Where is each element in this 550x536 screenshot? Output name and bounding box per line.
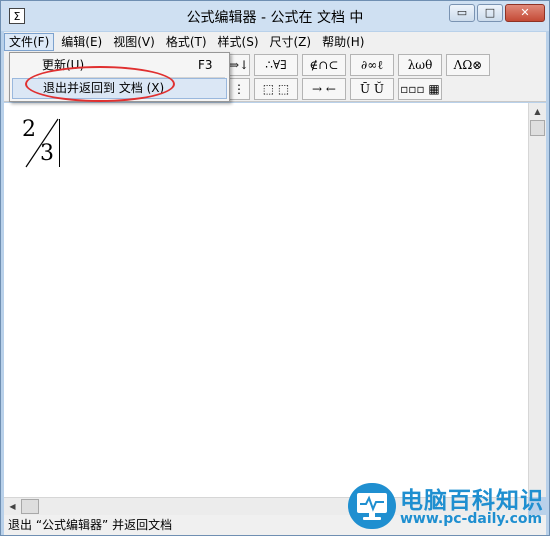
formula-editor-window: Σ 公式编辑器 - 公式在 文档 中 ▭ □ ✕ 文件(F) 编辑(E) 视图(… xyxy=(0,0,550,536)
menu-help[interactable]: 帮助(H) xyxy=(318,33,368,51)
vertical-scroll-thumb[interactable] xyxy=(530,120,545,136)
highlight-annotation-ellipse xyxy=(25,66,175,102)
watermark-url: www.pc-daily.com xyxy=(400,511,543,527)
menu-item-update-shortcut: F3 xyxy=(198,58,213,72)
title-bar: Σ 公式编辑器 - 公式在 文档 中 ▭ □ ✕ xyxy=(1,1,549,31)
menu-style[interactable]: 样式(S) xyxy=(214,33,263,51)
menu-format[interactable]: 格式(T) xyxy=(162,33,211,51)
misc-symbols-palette-button[interactable]: ∂∞ℓ xyxy=(350,54,394,76)
scroll-up-arrow-icon[interactable]: ▲ xyxy=(529,103,546,120)
menu-size[interactable]: 尺寸(Z) xyxy=(266,33,316,51)
arrows-palette-button[interactable]: ⇒↓ xyxy=(228,54,250,76)
watermark: 电脑百科知识 www.pc-daily.com xyxy=(334,477,549,535)
text-cursor xyxy=(59,119,60,167)
menu-file[interactable]: 文件(F) xyxy=(4,33,55,51)
watermark-title: 电脑百科知识 xyxy=(400,488,544,514)
greek-lower-palette-button[interactable]: λωθ xyxy=(398,54,442,76)
monitor-logo-icon xyxy=(348,483,396,529)
fraction-denominator: 3 xyxy=(40,141,54,166)
logic-palette-button[interactable]: ∴∀∃ xyxy=(254,54,298,76)
horizontal-scroll-thumb[interactable] xyxy=(21,499,39,514)
grid-template-button[interactable]: ▫▫▫ ▦ xyxy=(398,78,442,100)
menu-bar: 文件(F) 编辑(E) 视图(V) 格式(T) 样式(S) 尺寸(Z) 帮助(H… xyxy=(4,32,546,52)
greek-upper-palette-button[interactable]: ΛΩ⊗ xyxy=(446,54,490,76)
scroll-left-arrow-icon[interactable]: ◀ xyxy=(4,498,21,515)
maximize-button[interactable]: □ xyxy=(477,4,503,22)
set-palette-button[interactable]: ∉∩⊂ xyxy=(302,54,346,76)
formula-editing-area[interactable]: 2 3 xyxy=(4,103,528,497)
accent-template-button[interactable]: Ū Ŭ xyxy=(350,78,394,100)
fraction-formula[interactable]: 2 3 xyxy=(22,117,62,169)
close-button[interactable]: ✕ xyxy=(505,4,545,22)
menu-edit[interactable]: 编辑(E) xyxy=(57,33,106,51)
box-template-button[interactable]: ⬚ ⬚ xyxy=(254,78,298,100)
fraction-numerator: 2 xyxy=(22,117,36,142)
arrow-template-button[interactable]: → ← xyxy=(302,78,346,100)
vertical-scrollbar[interactable]: ▲ xyxy=(528,103,546,497)
minimize-button[interactable]: ▭ xyxy=(449,4,475,22)
menu-view[interactable]: 视图(V) xyxy=(109,33,159,51)
matrix-template-button[interactable]: ⋮ xyxy=(228,78,250,100)
